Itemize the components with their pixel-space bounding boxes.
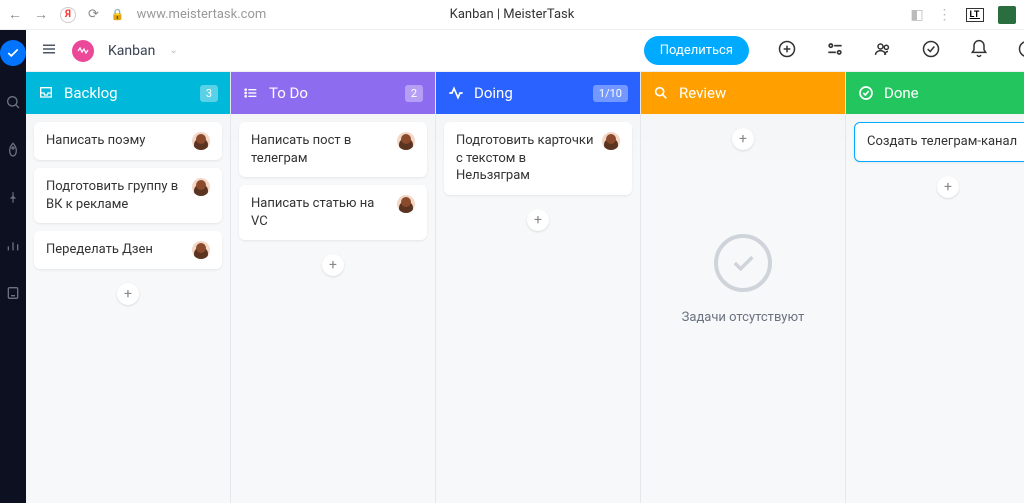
empty-text: Задачи отсутствуют (682, 310, 805, 325)
yandex-logo-icon[interactable]: Я (60, 7, 76, 23)
column-header[interactable]: Done (846, 72, 1024, 114)
page-title: Kanban | MeisterTask (450, 7, 575, 22)
column-header[interactable]: To Do 2 (231, 72, 435, 114)
add-card-button[interactable]: + (937, 176, 959, 198)
project-avatar-icon[interactable] (72, 40, 94, 62)
column-doing: Doing 1/10 Подготовить карточки с тексто… (436, 72, 641, 503)
help-icon[interactable] (1017, 39, 1024, 63)
column-title: Done (884, 84, 919, 102)
column-title: Backlog (64, 84, 118, 102)
inbox-icon (38, 85, 54, 101)
task-card[interactable]: Переделать Дзен (34, 231, 222, 269)
empty-state: Задачи отсутствуют (649, 164, 837, 495)
browser-back-icon[interactable]: ← (8, 6, 22, 23)
add-card-button[interactable]: + (527, 209, 549, 231)
column-title: Doing (474, 84, 513, 102)
reload-icon[interactable]: ⟳ (88, 7, 99, 22)
search-icon[interactable] (5, 94, 21, 114)
task-card[interactable]: Написать поэму (34, 122, 222, 160)
notes-icon[interactable] (5, 285, 21, 305)
add-card-button[interactable]: + (117, 283, 139, 305)
list-icon (243, 85, 259, 101)
browser-forward-icon[interactable]: → (34, 6, 48, 23)
column-count: 1/10 (593, 85, 628, 102)
bookmark-icon[interactable]: ◧ (910, 7, 923, 23)
check-circle-icon (858, 85, 874, 101)
browser-menu-icon[interactable]: ⋮ (938, 7, 952, 23)
members-icon[interactable] (873, 39, 893, 63)
column-title: Review (679, 84, 726, 102)
column-todo: To Do 2 Написать пост в телеграм Написат… (231, 72, 436, 503)
empty-check-icon (714, 234, 772, 292)
add-icon[interactable] (777, 39, 797, 63)
hamburger-icon[interactable] (40, 40, 58, 62)
project-name[interactable]: Kanban (108, 43, 155, 59)
task-card[interactable]: Подготовить карточки с текстом в Нельзяг… (444, 122, 632, 195)
add-card-button[interactable]: + (322, 254, 344, 276)
pin-icon[interactable] (6, 190, 20, 209)
kanban-board: Backlog 3 Написать поэму Подготовить гру… (26, 72, 1024, 503)
lock-icon: 🔒 (111, 8, 125, 21)
bell-icon[interactable] (969, 39, 989, 63)
extension-2[interactable] (998, 6, 1016, 24)
task-card[interactable]: Создать телеграм-канал (854, 122, 1024, 162)
column-header[interactable]: Doing 1/10 (436, 72, 640, 114)
assignee-avatar (192, 241, 210, 259)
column-count: 2 (405, 85, 423, 102)
assignee-avatar (397, 195, 415, 213)
task-card[interactable]: Написать пост в телеграм (239, 122, 427, 177)
column-header[interactable]: Backlog 3 (26, 72, 230, 114)
app-logo-icon[interactable] (0, 40, 26, 66)
column-title: To Do (269, 84, 308, 102)
check-circle-icon[interactable] (921, 39, 941, 63)
column-backlog: Backlog 3 Написать поэму Подготовить гру… (26, 72, 231, 503)
browser-bar: ← → Я ⟳ 🔒 www.meistertask.com Kanban | M… (0, 0, 1024, 30)
column-count: 3 (200, 85, 218, 102)
topbar: Kanban ⌄ Поделиться (26, 30, 1024, 72)
column-header[interactable]: Review (641, 72, 845, 114)
share-button[interactable]: Поделиться (644, 36, 749, 65)
task-card[interactable]: Подготовить группу в ВК к рекламе (34, 168, 222, 223)
reports-icon[interactable] (5, 237, 21, 257)
column-review: Review + Задачи отсутствуют (641, 72, 846, 503)
rocket-icon[interactable] (5, 142, 21, 162)
task-card[interactable]: Написать статью на VC (239, 185, 427, 240)
search-icon (653, 85, 669, 101)
column-done: Done Создать телеграм-канал + (846, 72, 1024, 503)
automations-icon[interactable] (825, 39, 845, 63)
assignee-avatar (602, 132, 620, 150)
address-bar[interactable]: www.meistertask.com (137, 7, 267, 22)
assignee-avatar (192, 132, 210, 150)
app-sidebar (0, 30, 26, 503)
assignee-avatar (397, 132, 415, 150)
assignee-avatar (192, 178, 210, 196)
extension-lt[interactable]: LT (966, 8, 984, 22)
chevron-down-icon[interactable]: ⌄ (169, 45, 177, 56)
pulse-icon (448, 85, 464, 101)
add-card-button[interactable]: + (732, 128, 754, 150)
